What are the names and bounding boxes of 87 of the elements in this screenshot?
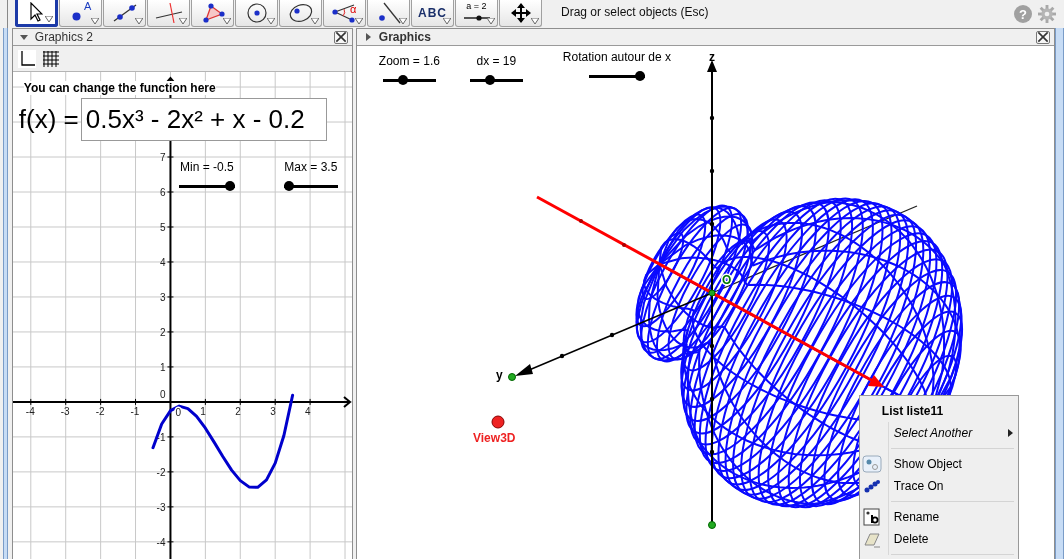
tick-label: -1: [156, 431, 166, 443]
point-label: View3D: [472, 431, 516, 445]
caret-icon: [355, 18, 363, 24]
tool-button[interactable]: [235, 0, 278, 27]
function-label: f(x) =: [18, 104, 79, 135]
tick-label: -4: [156, 536, 166, 548]
caret-icon: [267, 18, 275, 24]
tick-label: 4: [159, 256, 166, 268]
tick-label: 5: [159, 222, 166, 233]
slider-thumb[interactable]: [484, 75, 495, 85]
grid-icon[interactable]: [41, 49, 60, 68]
origin-point: [708, 289, 716, 297]
caret-icon: [399, 18, 407, 24]
tick-label: 3: [159, 291, 166, 303]
cursor-icon: [30, 2, 43, 22]
perpendicular-lines-icon: [153, 2, 184, 24]
caret-icon: [135, 18, 143, 24]
tick-label: -1: [130, 405, 140, 417]
tool-button[interactable]: α: [323, 0, 366, 27]
view3d-point: [491, 415, 505, 429]
slider-label: Zoom = 1.6: [378, 54, 440, 68]
menu-item[interactable]: Delete: [888, 528, 1018, 550]
slider-thumb[interactable]: [283, 181, 294, 191]
eraser-icon: [861, 530, 882, 548]
slider-label: Max = 3.5: [284, 160, 338, 174]
caret-icon: [91, 18, 99, 24]
slider-icon: [463, 15, 490, 21]
panel-title: Graphics 2: [34, 30, 93, 44]
function-field[interactable]: 0.5x³ - 2x² + x - 0.2: [80, 98, 327, 141]
tick-label: -3: [60, 405, 70, 417]
caret-icon: [531, 18, 539, 24]
tool-button[interactable]: [191, 0, 234, 27]
menu-title: List liste11: [880, 403, 945, 420]
tool-button[interactable]: [499, 0, 542, 27]
tick-label: 1: [159, 361, 166, 373]
caption-text: You can change the function here: [23, 81, 216, 95]
close-button[interactable]: [333, 30, 348, 44]
close-icon: [334, 31, 347, 43]
menu-item[interactable]: Show Object: [888, 453, 1018, 475]
tick-label: 6: [159, 187, 166, 198]
tool-button[interactable]: [15, 0, 58, 27]
tick-label: 1: [200, 405, 206, 417]
tool-button[interactable]: a = 2: [455, 0, 498, 27]
show-object-icon: [861, 455, 882, 473]
close-button[interactable]: [1035, 30, 1050, 44]
menu-item[interactable]: Select Another: [888, 422, 1018, 444]
tick-label: -2: [156, 466, 166, 478]
slider-thumb[interactable]: [397, 75, 408, 85]
tick-label: 3: [270, 405, 276, 417]
tick-label: 4: [304, 405, 311, 417]
tool-button[interactable]: A: [59, 0, 102, 27]
caret-icon: [45, 16, 53, 22]
tick-label: 7: [159, 152, 166, 163]
tool-button[interactable]: [367, 0, 410, 27]
panel-title: Graphics: [378, 30, 431, 44]
rename-icon: [861, 508, 882, 526]
slider-label: Rotation autour de x: [562, 50, 671, 64]
axis-point: [707, 521, 716, 529]
point-icon: [72, 11, 81, 21]
submenu-arrow-icon: [1007, 429, 1013, 437]
axis-label: y: [495, 368, 503, 382]
tick-label: -4: [25, 405, 35, 417]
slider-thumb[interactable]: [634, 71, 645, 81]
slider-thumb[interactable]: [224, 181, 235, 191]
menu-item[interactable]: Rename: [888, 506, 1018, 528]
caret-icon: [311, 18, 319, 24]
tick-label: 2: [159, 326, 166, 338]
tool-button[interactable]: [103, 0, 146, 27]
slider-label: dx = 19: [476, 54, 517, 68]
tick-label: 2: [235, 405, 241, 417]
axis-label: z: [708, 50, 715, 64]
caret-icon: [223, 18, 231, 24]
tool-button[interactable]: [279, 0, 322, 27]
caret-icon: [443, 18, 451, 24]
close-icon: [1036, 31, 1049, 43]
axis-point: [507, 373, 516, 381]
tick-label: -2: [95, 405, 105, 417]
tool-help-text: Drag or select objects (Esc): [561, 5, 709, 19]
tool-button[interactable]: ABC: [411, 0, 454, 27]
slider-label: Min = -0.5: [180, 160, 234, 174]
axes-icon[interactable]: [17, 49, 36, 68]
caret-icon: [487, 18, 495, 24]
tick-label: -3: [156, 501, 166, 513]
menu-item[interactable]: Trace On: [888, 475, 1018, 497]
caret-icon: [179, 18, 187, 24]
tick-label: 0: [175, 406, 181, 418]
tick-label: 0: [159, 388, 166, 400]
